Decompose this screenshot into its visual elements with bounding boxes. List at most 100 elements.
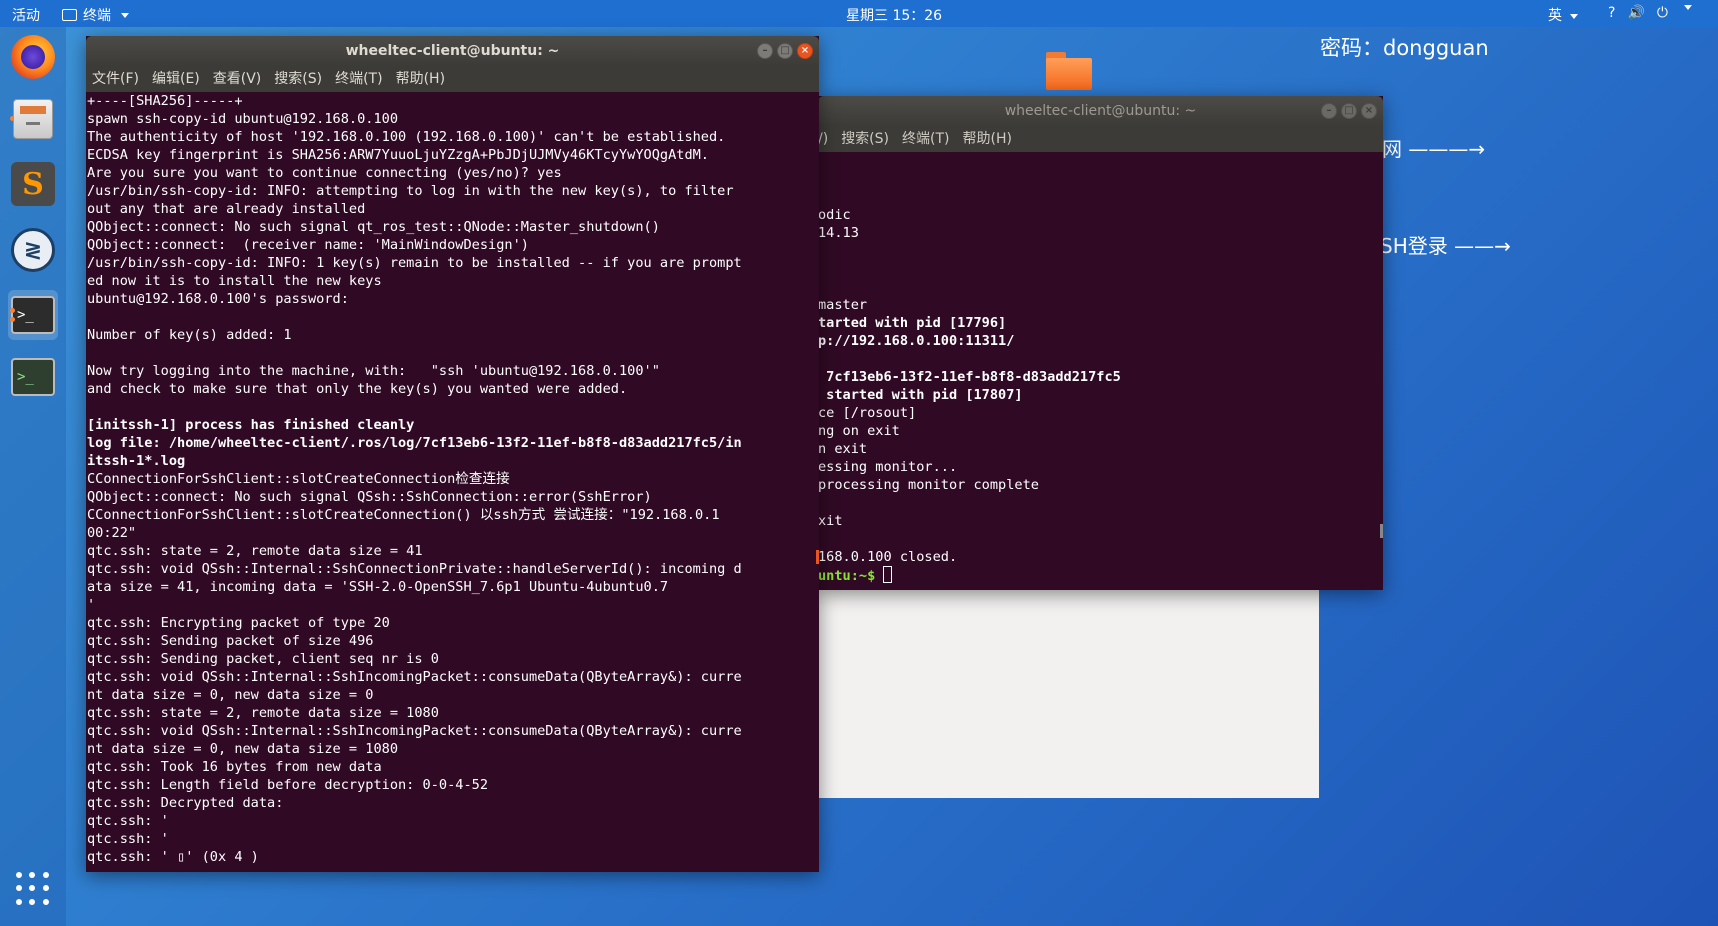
- terminal-prompt[interactable]: untu:~$: [818, 566, 1383, 584]
- terminal-line: qtc.ssh: void QSsh::Internal::SshIncomin…: [87, 723, 742, 739]
- terminal-line: qtc.ssh: state = 2, remote data size = 4…: [87, 543, 423, 559]
- window-title[interactable]: wheeltec-client@ubuntu: ~: [818, 96, 1383, 126]
- dock-firefox[interactable]: [8, 32, 58, 82]
- terminal-line: qtc.ssh: void QSsh::Internal::SshIncomin…: [87, 669, 742, 685]
- maximize-button[interactable]: □: [777, 43, 793, 59]
- terminal-output[interactable]: odic 14.13 master tarted with pid [17796] p:…: [818, 152, 1383, 590]
- menu-item[interactable]: 帮助(H): [396, 66, 445, 92]
- terminal-window-front[interactable]: wheeltec-client@ubuntu: ~ – □ × 文件(F) 编辑(…: [86, 36, 819, 872]
- app-menu-terminal[interactable]: 终端: [62, 5, 129, 25]
- terminal-line: Number of key(s) added: 1: [87, 327, 292, 343]
- terminal-icon: >_: [11, 296, 55, 334]
- terminal-line: qtc.ssh: ' ▯' (0x 4 ): [87, 849, 259, 865]
- activities-button[interactable]: 活动: [12, 5, 40, 25]
- terminal-line: 7cf13eb6-13f2-11ef-b8f8-d83add217fc5: [818, 369, 1121, 385]
- terminal-line: /usr/bin/ssh-copy-id: INFO: attempting t…: [87, 183, 734, 199]
- terminal-line: Now try logging into the machine, with: …: [87, 363, 660, 379]
- terminal-line: master: [818, 297, 868, 313]
- wallpaper-note-1: 网 ———→: [1382, 137, 1486, 161]
- menu-item[interactable]: /): [818, 126, 828, 152]
- window-title[interactable]: wheeltec-client@ubuntu: ~: [86, 36, 819, 66]
- terminal-line: ed now it is to install the new keys: [87, 273, 382, 289]
- terminal-line: CConnectionForSshClient::slotCreateConne…: [87, 507, 720, 523]
- terminal-window-back[interactable]: wheeltec-client@ubuntu: ~ – □ × /) 搜索(S) 终…: [818, 96, 1383, 590]
- menu-item[interactable]: 编辑(E): [152, 66, 200, 92]
- running-indicator: [10, 308, 15, 313]
- terminal-line: n exit: [818, 441, 868, 457]
- network-icon: ?: [1608, 5, 1616, 21]
- system-menu[interactable]: ? 🔊 ⏻: [1608, 5, 1692, 21]
- scrollbar[interactable]: [816, 550, 819, 564]
- terminal-line: out any that are already installed: [87, 201, 366, 217]
- terminal-line: nt data size = 0, new data size = 0: [87, 687, 374, 703]
- desktop-folder-icon[interactable]: [1046, 52, 1092, 90]
- menu-item[interactable]: 文件(F): [92, 66, 139, 92]
- wheeltec-icon: ≷: [11, 228, 55, 272]
- dock-wheeltec-app[interactable]: ≷: [8, 225, 58, 275]
- terminal-line: ata size = 41, incoming data = 'SSH-2.0-…: [87, 579, 669, 595]
- terminal-line: Are you sure you want to continue connec…: [87, 165, 562, 181]
- dock-files[interactable]: [8, 94, 58, 144]
- minimize-button[interactable]: –: [1321, 103, 1337, 119]
- terminal-line: 168.0.100 closed.: [818, 549, 958, 565]
- terminal-line: ECDSA key fingerprint is SHA256:ARW7Yuuo…: [87, 147, 709, 163]
- scrollbar[interactable]: [1380, 524, 1383, 538]
- terminal-line: nt data size = 0, new data size = 1080: [87, 741, 398, 757]
- menu-item[interactable]: 终端(T): [902, 126, 949, 152]
- terminal-menubar: /) 搜索(S) 终端(T) 帮助(H): [818, 126, 1383, 152]
- chevron-down-icon: [121, 12, 129, 18]
- input-method-label: 英: [1548, 8, 1562, 24]
- terminal-line: ce [/rosout]: [818, 405, 917, 421]
- input-method-menu[interactable]: 英: [1548, 5, 1579, 25]
- terminal-line: [initssh-1] process has finished cleanly: [87, 417, 415, 433]
- power-icon: ⏻: [1656, 5, 1668, 21]
- menu-item[interactable]: 查看(V): [213, 66, 262, 92]
- sublime-text-icon: S: [11, 162, 55, 206]
- show-applications-button[interactable]: [16, 872, 50, 906]
- clock[interactable]: 星期三 15：26: [846, 5, 942, 25]
- close-button[interactable]: ×: [797, 43, 813, 59]
- terminal-line: essing monitor...: [818, 459, 958, 475]
- app-menu-label: 终端: [83, 8, 111, 24]
- terminal-line: ubuntu@192.168.0.100's password:: [87, 291, 349, 307]
- firefox-icon: [11, 35, 55, 79]
- background-app-window[interactable]: [818, 590, 1319, 798]
- maximize-button[interactable]: □: [1341, 103, 1357, 119]
- terminal-line: ng on exit: [818, 423, 900, 439]
- close-button[interactable]: ×: [1361, 103, 1377, 119]
- terminal-line: qtc.ssh: void QSsh::Internal::SshConnect…: [87, 561, 742, 577]
- terminal-line: p://192.168.0.100:11311/: [818, 333, 1015, 349]
- terminal-line: CConnectionForSshClient::slotCreateConne…: [87, 471, 510, 487]
- terminal-line: QObject::connect: (receiver name: 'MainW…: [87, 237, 529, 253]
- terminal-line: 14.13: [818, 225, 859, 241]
- terminal-line: qtc.ssh: Took 16 bytes from new data: [87, 759, 382, 775]
- top-bar: 活动 终端 星期三 15：26 英 ? 🔊 ⏻: [0, 0, 1718, 27]
- menu-item[interactable]: 搜索(S): [841, 126, 889, 152]
- terminal-line: xit: [818, 513, 843, 529]
- terminal-line: qtc.ssh: Decrypted data:: [87, 795, 284, 811]
- terminal-line: qtc.ssh: ': [87, 831, 169, 847]
- menu-item[interactable]: 帮助(H): [962, 126, 1011, 152]
- text-cursor: [883, 566, 893, 583]
- terminal-line: qtc.ssh: Sending packet of size 496: [87, 633, 374, 649]
- terminal-line: The authenticity of host '192.168.0.100 …: [87, 129, 726, 145]
- terminal-line: +----[SHA256]-----+: [87, 93, 243, 109]
- terminal-line: qtc.ssh: ': [87, 813, 169, 829]
- terminal-line: 00:22": [87, 525, 137, 541]
- menu-item[interactable]: 终端(T): [335, 66, 382, 92]
- minimize-button[interactable]: –: [757, 43, 773, 59]
- terminal-menubar: 文件(F) 编辑(E) 查看(V) 搜索(S) 终端(T) 帮助(H): [86, 66, 819, 92]
- terminal-output[interactable]: +----[SHA256]-----+ spawn ssh-copy-id ubu…: [87, 92, 819, 872]
- terminal-line: qtc.ssh: Encrypting packet of type 20: [87, 615, 390, 631]
- menu-item[interactable]: 搜索(S): [274, 66, 322, 92]
- dock-sublime-text[interactable]: S: [8, 159, 58, 209]
- dock-terminal-2[interactable]: >_: [8, 352, 58, 402]
- dock-terminal[interactable]: >_: [8, 290, 58, 340]
